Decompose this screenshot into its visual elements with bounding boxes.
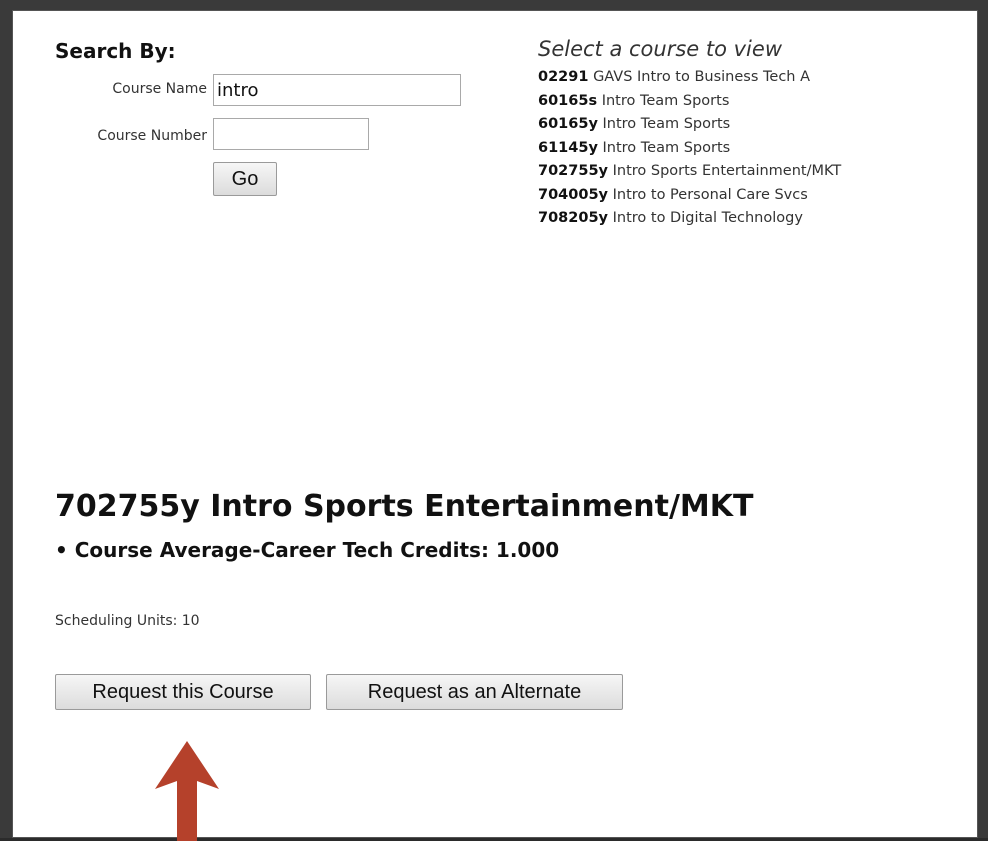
course-name-link[interactable]: GAVS Intro to Business Tech A <box>593 69 810 85</box>
course-number: 702755y <box>538 163 608 179</box>
course-number-input[interactable] <box>213 118 369 150</box>
course-list-item[interactable]: 60165s Intro Team Sports <box>538 93 841 117</box>
course-name-link[interactable]: Intro Team Sports <box>603 140 731 156</box>
course-name-input[interactable] <box>213 74 461 106</box>
course-list: 02291 GAVS Intro to Business Tech A 6016… <box>538 69 841 234</box>
course-name-link[interactable]: Intro to Personal Care Svcs <box>613 187 808 203</box>
screenshot-frame: Search By: Course Name Course Number Go … <box>0 0 988 841</box>
course-list-item[interactable]: 61145y Intro Team Sports <box>538 140 841 164</box>
course-list-title: Select a course to view <box>538 37 782 61</box>
request-course-button[interactable]: Request this Course <box>55 674 311 710</box>
course-name-link[interactable]: Intro to Digital Technology <box>613 210 803 226</box>
course-name-link[interactable]: Intro Team Sports <box>602 93 730 109</box>
course-number: 708205y <box>538 210 608 226</box>
course-list-item[interactable]: 60165y Intro Team Sports <box>538 116 841 140</box>
course-list-item[interactable]: 708205y Intro to Digital Technology <box>538 210 841 234</box>
course-number: 02291 <box>538 69 589 85</box>
course-name-label: Course Name <box>112 81 207 97</box>
course-name-link[interactable]: Intro Team Sports <box>603 116 731 132</box>
course-list-item[interactable]: 702755y Intro Sports Entertainment/MKT <box>538 163 841 187</box>
scheduling-units: Scheduling Units: 10 <box>55 613 200 629</box>
course-number-label: Course Number <box>97 128 207 144</box>
course-number: 61145y <box>538 139 598 156</box>
course-list-item[interactable]: 704005y Intro to Personal Care Svcs <box>538 187 841 211</box>
search-heading: Search By: <box>55 39 176 63</box>
course-number: 60165y <box>538 116 598 132</box>
course-detail-title: 702755y Intro Sports Entertainment/MKT <box>55 489 754 524</box>
course-request-panel: Search By: Course Name Course Number Go … <box>12 10 978 841</box>
course-list-item[interactable]: 02291 GAVS Intro to Business Tech A <box>538 69 841 93</box>
course-number: 704005y <box>538 186 608 203</box>
request-alternate-button[interactable]: Request as an Alternate <box>326 674 623 710</box>
course-credits-item: • Course Average-Career Tech Credits: 1.… <box>55 538 560 562</box>
course-number: 60165s <box>538 92 598 109</box>
go-button[interactable]: Go <box>213 162 277 196</box>
course-name-link[interactable]: Intro Sports Entertainment/MKT <box>613 163 842 179</box>
up-arrow-icon <box>155 741 219 841</box>
